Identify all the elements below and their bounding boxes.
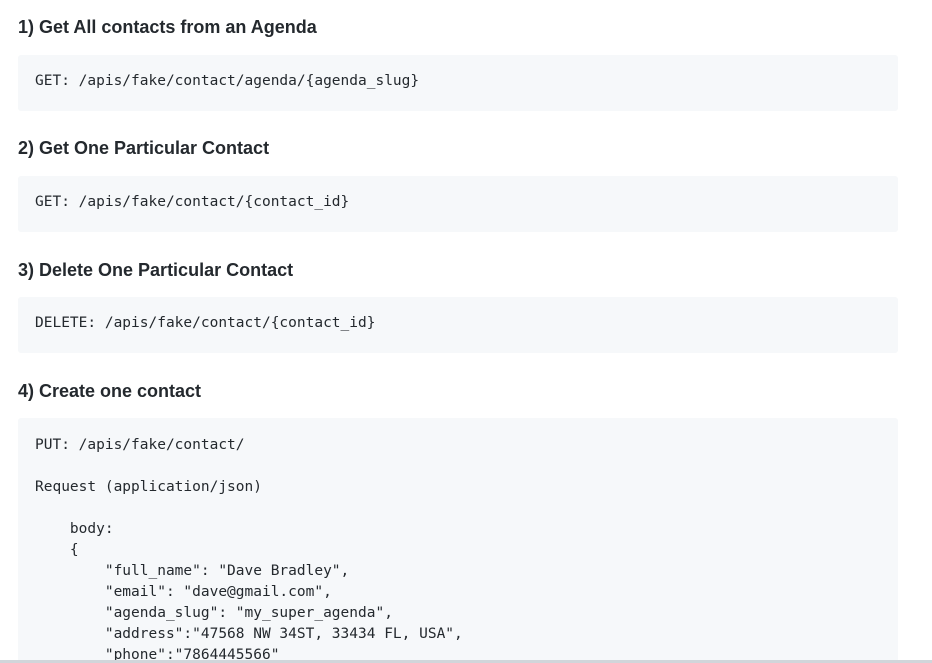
code-line: { — [35, 542, 79, 558]
code-block-get-one-contact: GET: /apis/fake/contact/{contact_id} — [18, 176, 898, 232]
section-heading-get-one-contact: 2) Get One Particular Contact — [18, 138, 270, 158]
code-line: Request (application/json) — [35, 479, 262, 495]
code-line: "full_name": "Dave Bradley", — [35, 563, 350, 579]
section-heading-create-contact: 4) Create one contact — [18, 381, 202, 401]
code-line: PUT: /apis/fake/contact/ — [35, 437, 245, 453]
code-line: "agenda_slug": "my_super_agenda", — [35, 605, 393, 621]
code-line: DELETE: /apis/fake/contact/{contact_id} — [35, 315, 376, 331]
code-line: body: — [35, 521, 114, 537]
code-line: "address":"47568 NW 34ST, 33434 FL, USA"… — [35, 626, 463, 642]
code-line: GET: /apis/fake/contact/{contact_id} — [35, 194, 350, 210]
code-line: GET: /apis/fake/contact/agenda/{agenda_s… — [35, 73, 420, 89]
section-heading-delete-contact: 3) Delete One Particular Contact — [18, 260, 294, 280]
code-block-create-contact: PUT: /apis/fake/contact/ Request (applic… — [18, 418, 898, 663]
section-heading-get-all-contacts: 1) Get All contacts from an Agenda — [18, 17, 317, 37]
code-block-delete-contact: DELETE: /apis/fake/contact/{contact_id} — [18, 297, 898, 353]
code-block-get-all-contacts: GET: /apis/fake/contact/agenda/{agenda_s… — [18, 55, 898, 111]
code-line: "email": "dave@gmail.com", — [35, 584, 332, 600]
